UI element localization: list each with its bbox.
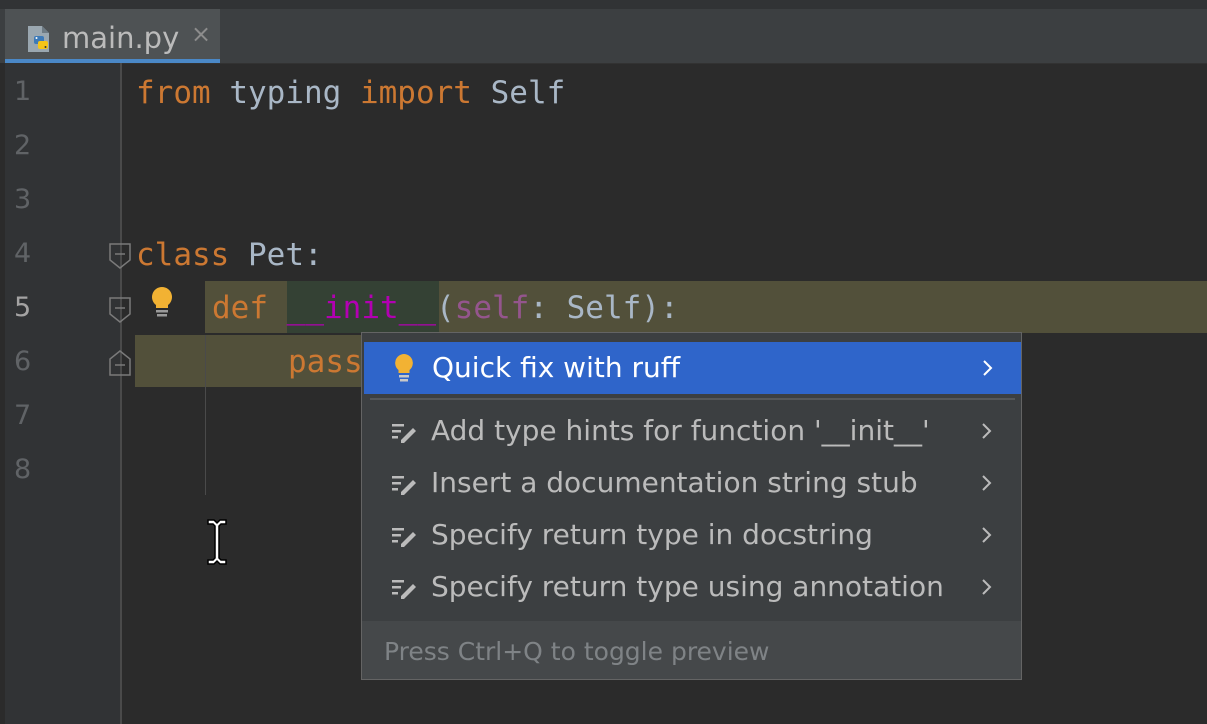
fold-end-icon[interactable]: [108, 350, 132, 376]
tab-filename: main.py: [62, 21, 180, 55]
keyword-class: class: [136, 237, 230, 273]
param-self: self: [454, 290, 530, 326]
chevron-right-icon: [982, 527, 992, 543]
chevron-right-icon: [983, 360, 993, 376]
lightbulb-icon[interactable]: [147, 285, 177, 319]
keyword-def: def: [212, 290, 268, 326]
line-number-2: 2: [14, 130, 32, 161]
line-number-8: 8: [14, 454, 32, 485]
code-line-1[interactable]: from typing import Self: [136, 66, 565, 120]
popup-item-label: Specify return type in docstring: [431, 518, 873, 551]
edit-intention-icon: [392, 528, 416, 547]
gutter-separator: [120, 63, 122, 724]
indent-guide: [205, 335, 206, 495]
chevron-right-icon: [982, 475, 992, 491]
popup-item-add-type-hints[interactable]: Add type hints for function '__init__': [362, 405, 1021, 457]
preview-hint: Press Ctrl+Q to toggle preview: [384, 637, 770, 666]
intention-actions-popup: Quick fix with ruff Add type hints for f…: [361, 332, 1022, 680]
popup-footer: Press Ctrl+Q to toggle preview: [362, 621, 1021, 679]
popup-item-return-type-docstring[interactable]: Specify return type in docstring: [362, 509, 1021, 561]
gutter-edge: [0, 63, 5, 724]
edit-intention-icon: [392, 476, 416, 495]
popup-divider: [370, 398, 1015, 400]
line-number-7: 7: [14, 400, 32, 431]
chevron-right-icon: [982, 423, 992, 439]
function-name: __init__: [286, 290, 436, 326]
popup-item-label: Insert a documentation string stub: [431, 466, 918, 499]
text-cursor-icon: [207, 519, 227, 565]
keyword-pass: pass: [288, 344, 363, 380]
code-line-6[interactable]: pass: [288, 335, 363, 389]
popup-item-label: Quick fix with ruff: [432, 351, 681, 384]
line-number-1: 1: [14, 76, 32, 107]
popup-item-insert-docstring[interactable]: Insert a documentation string stub: [362, 457, 1021, 509]
param-rest: : Self):: [529, 290, 679, 326]
code-line-5[interactable]: def __init__(self: Self):: [212, 281, 679, 335]
edit-intention-icon: [392, 580, 416, 599]
tab-close-icon[interactable]: ×: [191, 20, 211, 48]
fold-collapse-icon[interactable]: [108, 243, 132, 269]
popup-item-return-type-annotation[interactable]: Specify return type using annotation: [362, 561, 1021, 613]
fold-collapse-icon[interactable]: [108, 297, 132, 323]
tab-main-py[interactable]: main.py ×: [5, 9, 220, 63]
tab-bar-top-strip: [0, 0, 1207, 9]
popup-item-label: Add type hints for function '__init__': [431, 414, 930, 447]
keyword-import: import: [359, 75, 472, 111]
lightbulb-icon: [395, 354, 413, 382]
line-number-3: 3: [14, 184, 32, 215]
code-line-4[interactable]: class Pet:: [136, 228, 323, 282]
keyword-from: from: [136, 75, 211, 111]
popup-item-label: Specify return type using annotation: [431, 570, 944, 603]
imported-name: Self: [471, 75, 566, 111]
paren-open: (: [435, 290, 455, 326]
editor-gutter: [0, 63, 122, 724]
popup-item-quick-fix-ruff[interactable]: Quick fix with ruff: [364, 342, 1021, 394]
line-number-6: 6: [14, 346, 32, 377]
editor-tab-bar: main.py ×: [0, 0, 1207, 64]
line-number-4: 4: [14, 238, 32, 269]
line-number-5: 5: [14, 292, 32, 323]
module-name: typing: [210, 75, 360, 111]
class-decl: Pet:: [229, 237, 323, 273]
chevron-right-icon: [982, 579, 992, 595]
edit-intention-icon: [392, 424, 416, 443]
python-file-icon: [28, 26, 49, 52]
